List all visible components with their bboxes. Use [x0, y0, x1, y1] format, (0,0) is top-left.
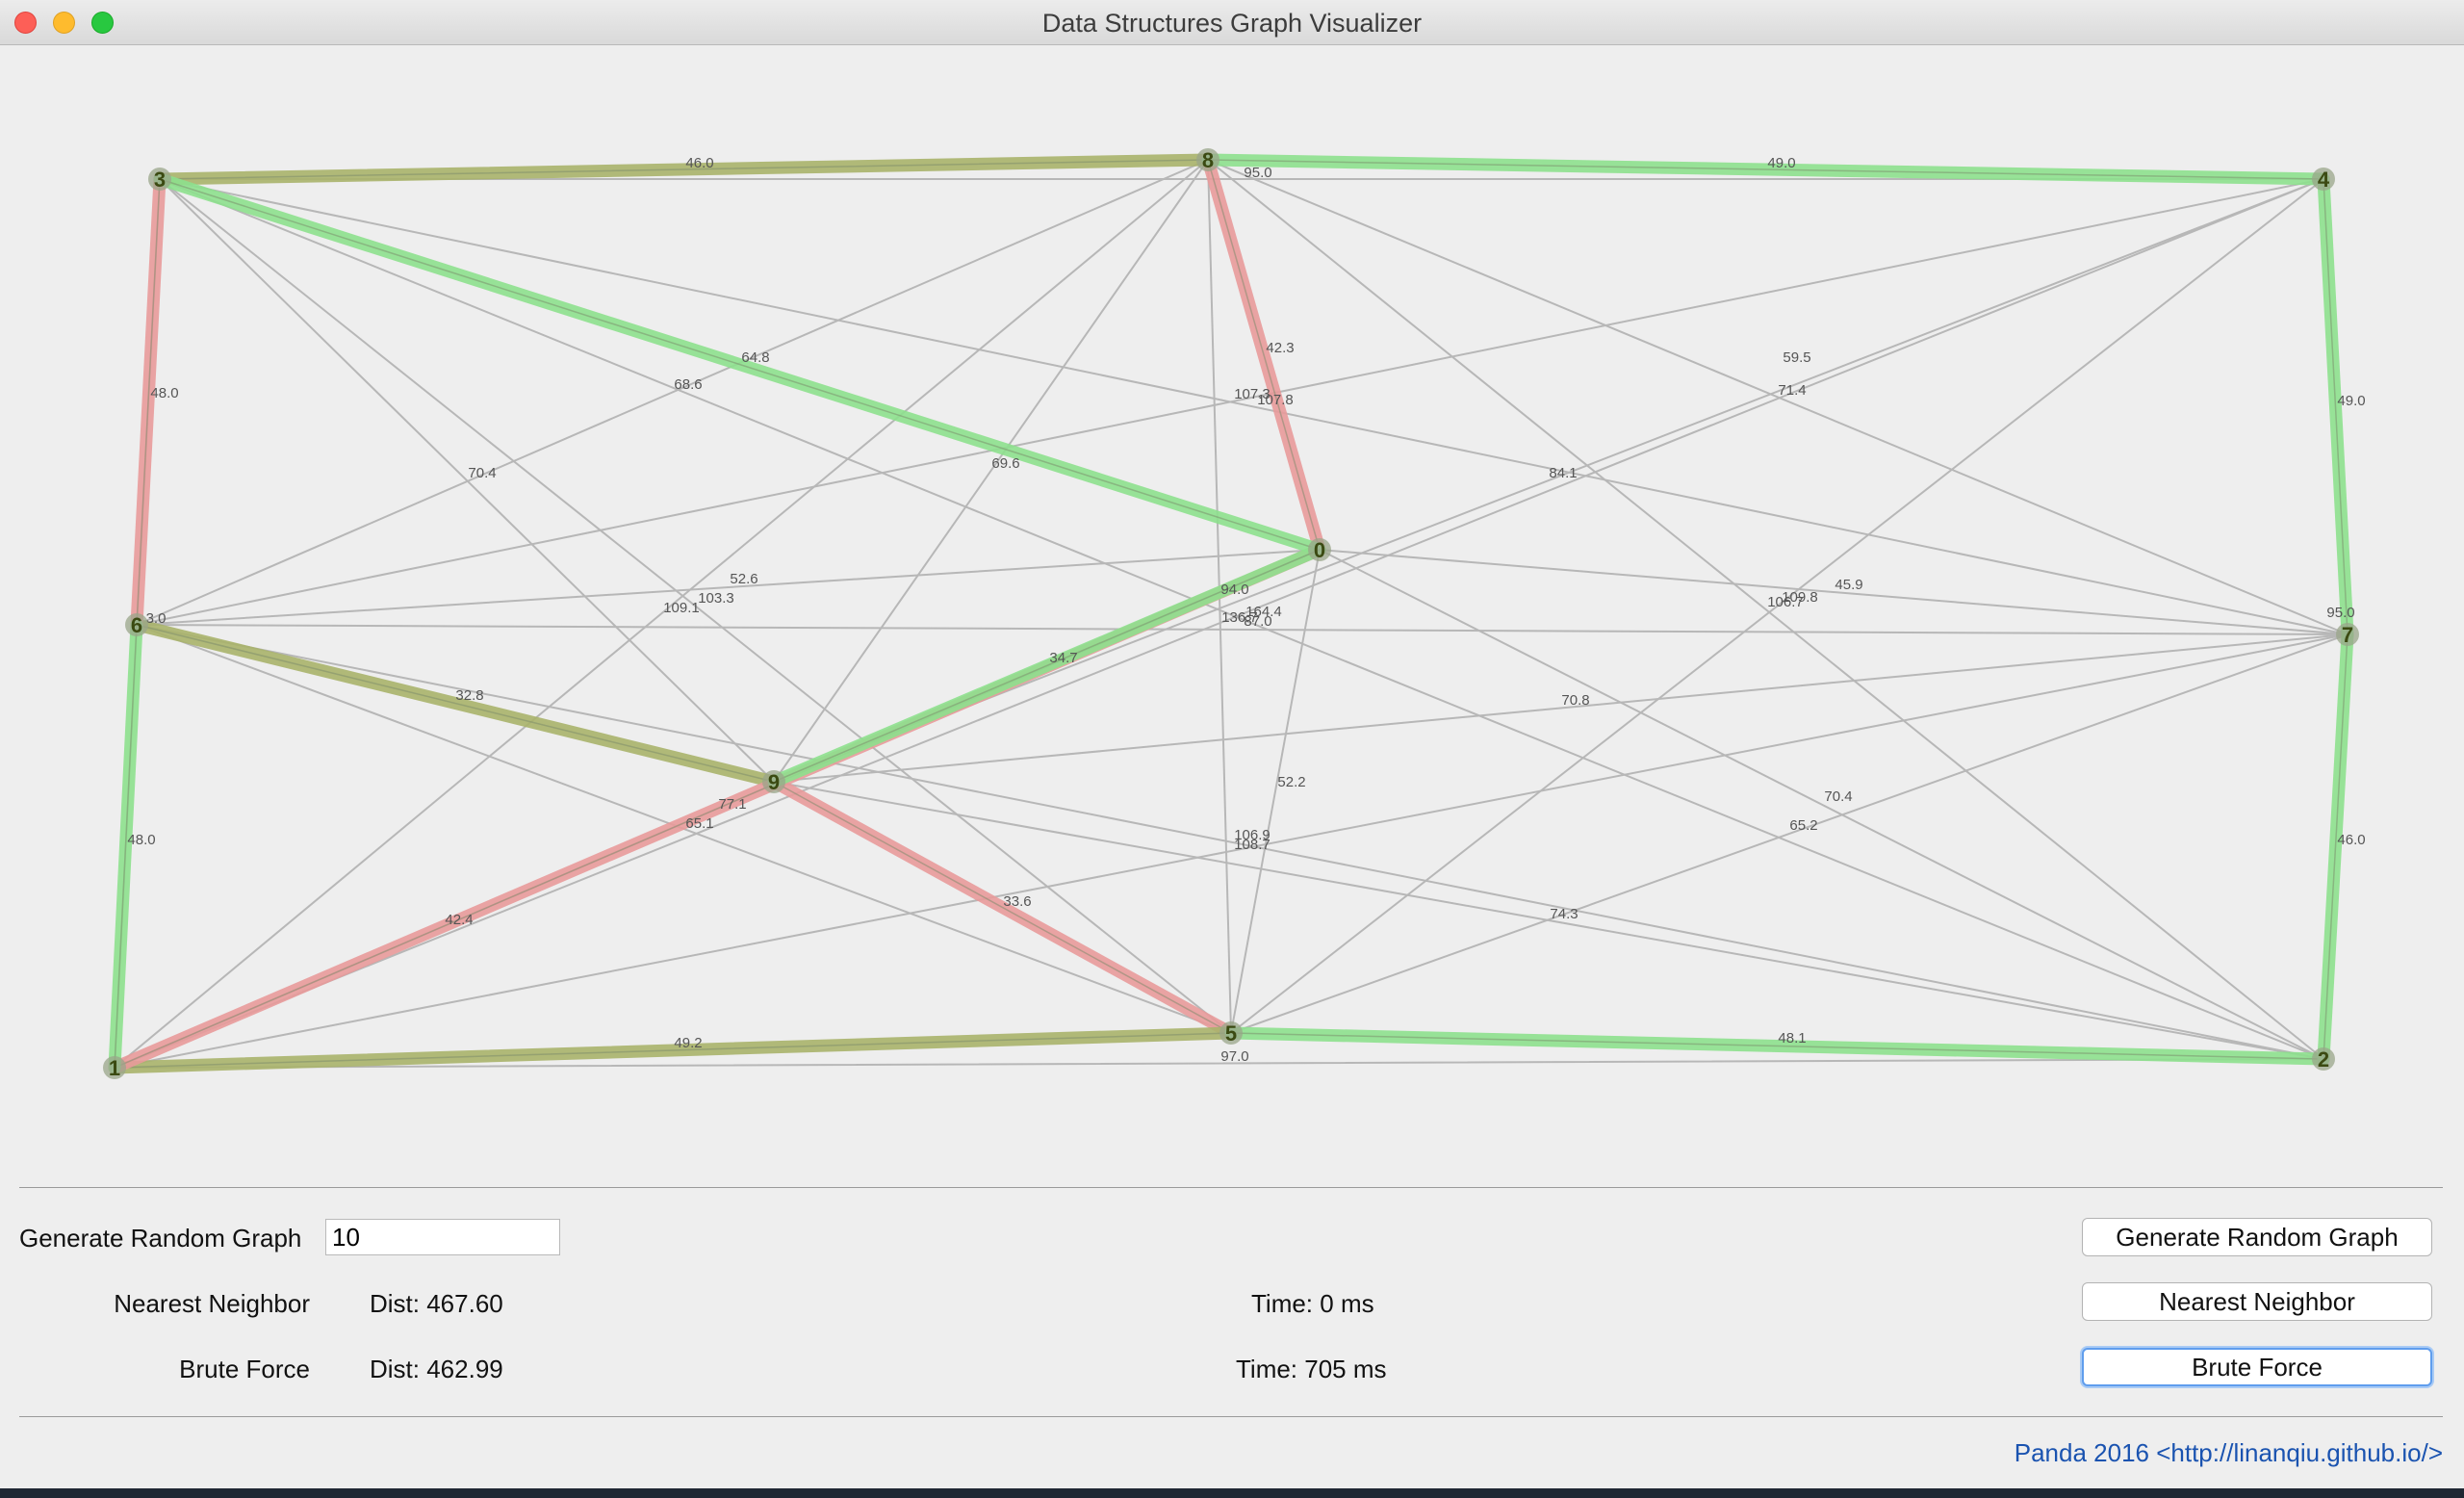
edge-weight-label: 3.0 [146, 610, 167, 627]
node-label-4: 4 [2318, 168, 2330, 192]
edge-weight-label: 107.8 [1257, 392, 1294, 408]
node-label-9: 9 [768, 770, 780, 794]
edge-weight-label: 65.1 [685, 815, 713, 832]
node-label-2: 2 [2318, 1047, 2329, 1072]
edge-weight-label: 69.6 [991, 455, 1019, 472]
edge-weight-label: 87.0 [1244, 613, 1271, 630]
edge-weight-label: 94.0 [1220, 581, 1248, 598]
bottom-separator [19, 1416, 2443, 1417]
generate-label: Generate Random Graph [19, 1224, 302, 1253]
brute-force-button[interactable]: Brute Force [2082, 1348, 2432, 1386]
brute-force-time: Time: 705 ms [1236, 1355, 1387, 1383]
edge-weight-label: 77.1 [718, 796, 746, 813]
edge-weight-label: 32.8 [455, 687, 483, 704]
tour-edge-core-0-3 [159, 178, 1321, 551]
top-separator [19, 1187, 2443, 1188]
node-label-3: 3 [154, 168, 166, 192]
edge-weight-label: 68.6 [674, 376, 702, 393]
node-label-1: 1 [109, 1056, 120, 1080]
tour-edge-core-3-6 [136, 178, 161, 626]
edge-weight-label: 59.5 [1783, 349, 1810, 366]
edge-weight-label: 48.0 [127, 832, 155, 848]
edge-weight-label: 52.2 [1277, 774, 1305, 790]
edge-weight-label: 71.4 [1778, 382, 1806, 399]
edge-weight-label: 34.7 [1049, 650, 1077, 666]
generate-random-graph-button[interactable]: Generate Random Graph [2082, 1218, 2432, 1256]
edge-weight-label: 49.0 [2337, 393, 2365, 409]
edge-4-1 [114, 178, 2324, 1069]
tour-edge-core-4-8 [1207, 159, 2324, 180]
tour-edge-core-1-5 [114, 1032, 1232, 1069]
edge-weight-label: 84.1 [1549, 465, 1577, 481]
edge-6-7 [136, 624, 2348, 635]
edge-weight-label: 48.0 [150, 385, 178, 401]
graph-canvas: 46.095.049.048.064.868.642.3107.3107.859… [103, 148, 2366, 1080]
edge-weight-label: 109.1 [663, 600, 700, 616]
edge-weight-label: 97.0 [1220, 1048, 1248, 1065]
node-label-8: 8 [1202, 148, 1214, 172]
edge-weight-label: 45.9 [1835, 577, 1862, 593]
edge-weight-label: 42.3 [1266, 340, 1294, 356]
node-label-0: 0 [1314, 538, 1325, 562]
edge-weight-label: 64.8 [741, 349, 769, 366]
footer-credit[interactable]: Panda 2016 <http://linanqiu.github.io/> [2015, 1438, 2443, 1468]
edge-weight-label: 48.1 [1778, 1030, 1806, 1046]
tour-edge-core-0-8 [1207, 159, 1321, 551]
nearest-neighbor-label: Nearest Neighbor [114, 1289, 310, 1318]
edge-weight-label: 42.4 [445, 912, 473, 928]
nearest-neighbor-button[interactable]: Nearest Neighbor [2082, 1282, 2432, 1321]
brute-force-dist: Dist: 462.99 [370, 1355, 503, 1383]
edge-weight-label: 74.3 [1550, 906, 1578, 922]
edge-weight-label: 70.8 [1561, 692, 1589, 709]
node-label-7: 7 [2342, 623, 2353, 647]
node-label-6: 6 [131, 613, 142, 637]
edge-weight-label: 70.4 [468, 465, 496, 481]
node-label-5: 5 [1225, 1021, 1237, 1046]
edge-weight-label: 49.2 [674, 1035, 702, 1051]
edge-8-2 [1207, 159, 2324, 1060]
edge-weight-label: 49.0 [1767, 155, 1795, 171]
edge-weight-label: 52.6 [730, 571, 757, 587]
brute-force-label: Brute Force [179, 1355, 310, 1383]
edge-weight-label: 106.7 [1767, 594, 1804, 610]
window-title: Data Structures Graph Visualizer [1041, 9, 1423, 38]
edge-weight-label: 70.4 [1824, 788, 1852, 805]
nearest-neighbor-time: Time: 0 ms [1251, 1289, 1374, 1318]
edge-5-7 [1230, 633, 2348, 1034]
edge-weight-label: 95.0 [1244, 165, 1271, 181]
edge-weight-label: 108.7 [1234, 837, 1270, 853]
nearest-neighbor-dist: Dist: 467.60 [370, 1289, 503, 1318]
edge-0-6 [136, 549, 1321, 626]
app-window: Data Structures Graph Visualizer 46.0 95.… [0, 0, 2464, 1488]
edge-weight-label: 65.2 [1789, 817, 1817, 834]
edge-weight-label: 46.0 [2337, 832, 2365, 848]
node-count-input[interactable] [325, 1219, 560, 1255]
tour-edge-core-3-8 [159, 159, 1209, 180]
edge-3-7 [159, 178, 2348, 635]
edge-weight-label: 46.0 [685, 155, 713, 171]
edge-weight-label: 103.3 [698, 590, 734, 607]
edge-weight-label: 33.6 [1003, 893, 1031, 910]
edge-weight-label: 95.0 [2326, 605, 2354, 621]
title-bar: Data Structures Graph Visualizer [0, 0, 2464, 45]
